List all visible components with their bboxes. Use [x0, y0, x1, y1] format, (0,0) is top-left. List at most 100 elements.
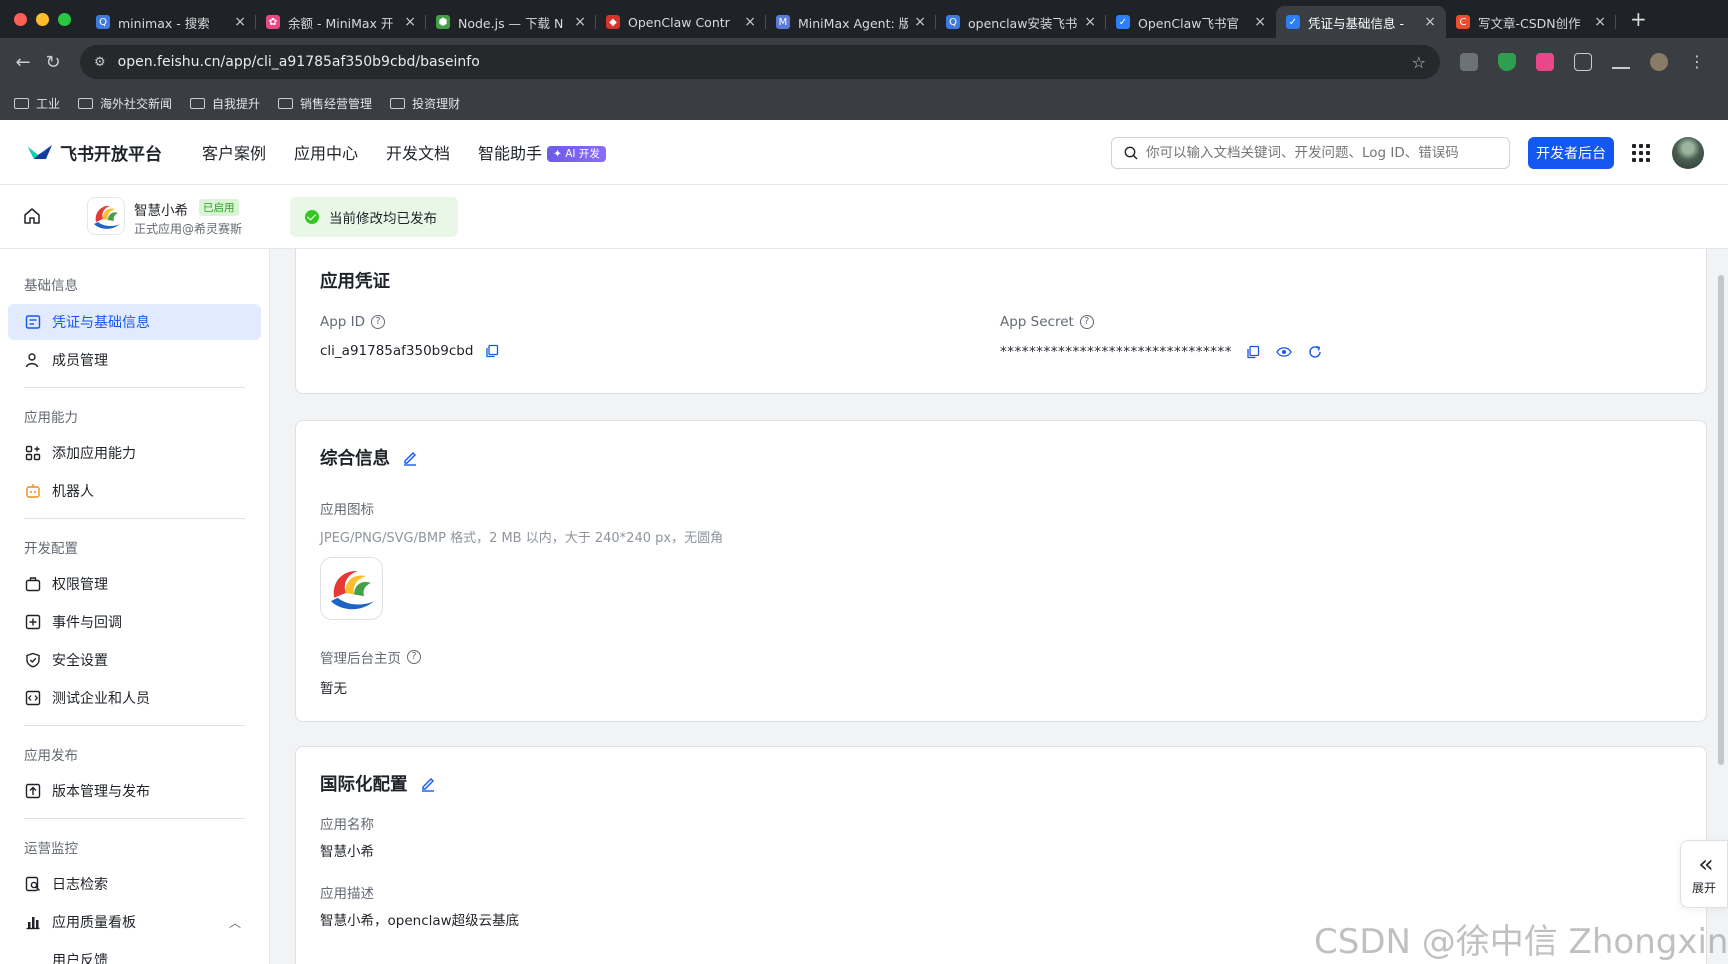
- icon-format-hint: JPEG/PNG/SVG/BMP 格式，2 MB 以内，大于 240*240 p…: [320, 531, 724, 546]
- home-icon[interactable]: [23, 207, 41, 225]
- browser-tab[interactable]: M MiniMax Agent: 版 ×: [766, 6, 936, 38]
- browser-tab[interactable]: ✓ OpenClaw飞书官 ×: [1106, 6, 1276, 38]
- ai-dev-badge: ✦ AI 开发: [547, 146, 606, 162]
- refresh-icon[interactable]: [1308, 345, 1322, 359]
- nav-app-center[interactable]: 应用中心: [294, 140, 358, 164]
- divider: [24, 387, 245, 388]
- search-input[interactable]: [1146, 145, 1486, 161]
- edit-icon[interactable]: [402, 450, 418, 466]
- close-tab-icon[interactable]: ×: [1424, 14, 1436, 30]
- bookmark-star-icon[interactable]: ☆: [1412, 53, 1426, 72]
- sidebar-item-label: 日志检索: [52, 877, 108, 893]
- sidebar-item-permissions[interactable]: 权限管理: [8, 566, 261, 602]
- app-logo-icon: [94, 205, 120, 229]
- app-secret-label-text: App Secret: [1000, 314, 1074, 330]
- sidebar-item-security[interactable]: 安全设置: [8, 642, 261, 678]
- translate-extension-icon[interactable]: [1536, 53, 1554, 71]
- sidebar-item-feedback[interactable]: 用户反馈: [8, 942, 261, 964]
- browser-tab[interactable]: ✿ 余额 - MiniMax 开 ×: [256, 6, 426, 38]
- code-box-icon: [25, 690, 41, 706]
- browser-tab[interactable]: ⬢ Node.js — 下载 N ×: [426, 6, 596, 38]
- sidebar-item-quality-dashboard[interactable]: 应用质量看板 ︿: [8, 904, 261, 940]
- nav-ai-assistant[interactable]: 智能助手 ✦ AI 开发: [478, 140, 606, 164]
- bookmark-folder[interactable]: 投资理财: [390, 95, 460, 112]
- sidebar-item-logs[interactable]: 日志检索: [8, 866, 261, 902]
- bookmark-folder[interactable]: 自我提升: [190, 95, 260, 112]
- bookmark-folder[interactable]: 销售经营管理: [278, 95, 372, 112]
- sidebar-item-members[interactable]: 成员管理: [8, 342, 261, 378]
- chevron-up-icon[interactable]: ︿: [229, 914, 241, 931]
- sidebar-group-capabilities: 应用能力: [24, 410, 78, 426]
- help-icon[interactable]: ?: [1079, 315, 1094, 329]
- close-tab-icon[interactable]: ×: [914, 14, 926, 30]
- profile-avatar-icon[interactable]: [1650, 53, 1668, 71]
- expand-panel-button[interactable]: ‹‹ 展开: [1680, 840, 1728, 908]
- app-subtitle: 正式应用@希灵赛斯: [134, 222, 243, 236]
- help-icon[interactable]: ?: [407, 650, 421, 664]
- app-grid-icon[interactable]: [1632, 144, 1650, 162]
- sidebar-item-label: 添加应用能力: [52, 446, 136, 462]
- app-icon-preview[interactable]: [320, 557, 383, 620]
- sidebar-group-monitoring: 运营监控: [24, 841, 78, 857]
- feishu-logo[interactable]: 飞书开放平台: [26, 140, 162, 165]
- upload-icon: [25, 783, 41, 799]
- user-avatar[interactable]: [1672, 137, 1704, 169]
- card-title-row: 国际化配置: [320, 771, 436, 796]
- close-window-button[interactable]: [14, 12, 27, 26]
- download-icon[interactable]: [1612, 55, 1630, 69]
- nav-customer-cases[interactable]: 客户案例: [202, 140, 266, 164]
- sidebar-item-versions[interactable]: 版本管理与发布: [8, 773, 261, 809]
- site-info-icon[interactable]: ⚙: [94, 55, 106, 70]
- window-controls: [0, 12, 86, 26]
- sidebar-item-add-capability[interactable]: 添加应用能力: [8, 435, 261, 471]
- browser-tab[interactable]: ✓ 凭证与基础信息 - ×: [1276, 6, 1446, 38]
- feishu-logo-icon: [28, 145, 52, 159]
- puzzle-icon[interactable]: [1574, 53, 1592, 71]
- nav-dev-docs[interactable]: 开发文档: [386, 140, 450, 164]
- top-navigation: 客户案例 应用中心 开发文档 智能助手 ✦ AI 开发: [202, 140, 606, 164]
- sidebar-item-test-org[interactable]: 测试企业和人员: [8, 680, 261, 716]
- bookmark-label: 海外社交新闻: [100, 96, 173, 111]
- close-tab-icon[interactable]: ×: [234, 14, 246, 30]
- scrollbar[interactable]: [1718, 275, 1724, 765]
- reload-icon[interactable]: ↻: [38, 52, 68, 73]
- doc-search-box[interactable]: [1111, 137, 1510, 169]
- browser-tab[interactable]: Qopenclaw安装飞书 ×: [936, 6, 1106, 38]
- copy-icon[interactable]: [1246, 345, 1260, 359]
- shield-extension-icon[interactable]: [1498, 53, 1516, 71]
- bookmark-label: 投资理财: [412, 96, 461, 111]
- edit-icon[interactable]: [420, 776, 436, 792]
- maximize-window-button[interactable]: [58, 12, 71, 26]
- close-tab-icon[interactable]: ×: [1594, 14, 1606, 30]
- homepage-value: 暂无: [320, 681, 347, 697]
- browser-tab[interactable]: C 写文章-CSDN创作 ×: [1446, 6, 1616, 38]
- app-secret-label: App Secret?: [1000, 314, 1094, 330]
- close-tab-icon[interactable]: ×: [1254, 14, 1266, 30]
- logo-text: 飞书开放平台: [60, 144, 162, 165]
- close-tab-icon[interactable]: ×: [404, 14, 416, 30]
- address-bar[interactable]: ⚙ open.feishu.cn/app/cli_a91785af350b9cb…: [80, 45, 1440, 79]
- url-text: open.feishu.cn/app/cli_a91785af350b9cbd/…: [117, 54, 480, 70]
- menu-kebab-icon[interactable]: ⋮: [1688, 53, 1706, 71]
- new-tab-button[interactable]: +: [1630, 7, 1647, 31]
- bar-chart-icon: [26, 917, 40, 930]
- copy-icon[interactable]: [485, 344, 499, 358]
- browser-tab[interactable]: ◆ OpenClaw Contr ×: [596, 6, 766, 38]
- close-tab-icon[interactable]: ×: [744, 14, 756, 30]
- eye-icon[interactable]: [1276, 346, 1292, 358]
- tab-title: OpenClaw Contr: [628, 14, 730, 30]
- sidebar-item-events[interactable]: 事件与回调: [8, 604, 261, 640]
- help-icon[interactable]: ?: [371, 315, 386, 329]
- minimize-window-button[interactable]: [36, 12, 49, 26]
- sidebar-item-credentials[interactable]: 凭证与基础信息: [8, 304, 261, 340]
- close-tab-icon[interactable]: ×: [574, 14, 586, 30]
- bookmark-folder[interactable]: 工业: [14, 95, 60, 112]
- close-tab-icon[interactable]: ×: [1084, 14, 1096, 30]
- developer-console-button[interactable]: 开发者后台: [1528, 137, 1614, 169]
- nav-ai-assistant-label: 智能助手: [478, 144, 543, 163]
- browser-tab[interactable]: Qminimax - 搜索 ×: [86, 6, 256, 38]
- bookmark-folder[interactable]: 海外社交新闻: [78, 95, 172, 112]
- extension-icon[interactable]: [1460, 53, 1478, 71]
- back-icon[interactable]: ←: [8, 52, 38, 73]
- sidebar-item-bot[interactable]: 机器人: [8, 473, 261, 509]
